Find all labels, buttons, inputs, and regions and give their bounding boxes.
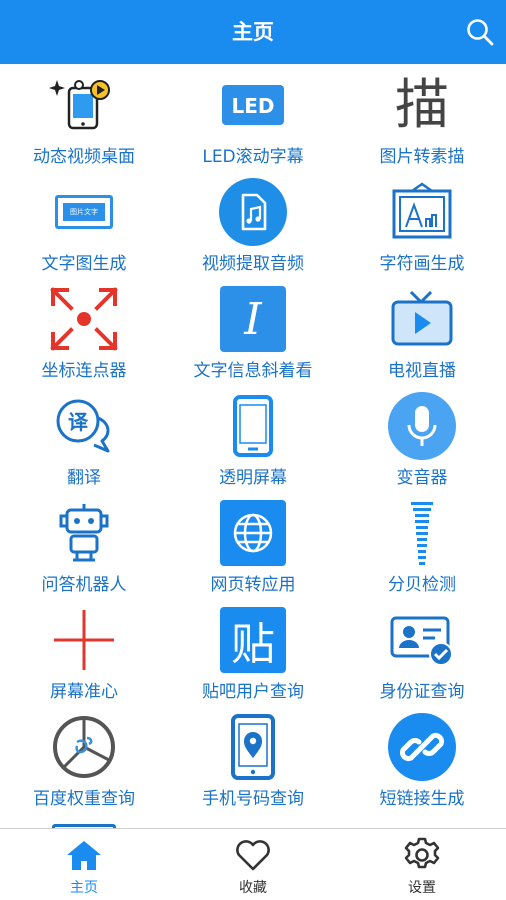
tile-label: 屏幕准心 xyxy=(50,682,118,702)
home-icon xyxy=(64,837,104,873)
tile-label: 字符画生成 xyxy=(379,254,465,274)
tile-label: 视频提取音频 xyxy=(202,254,304,274)
phone-location-icon xyxy=(216,712,290,782)
nav-home[interactable]: 主页 xyxy=(0,829,168,900)
robot-icon xyxy=(47,498,121,568)
pie-weight-icon xyxy=(47,712,121,782)
tile-qa-robot[interactable]: 问答机器人 xyxy=(0,492,168,599)
tile-partial-1[interactable] xyxy=(0,813,168,828)
expand-arrows-icon xyxy=(47,284,121,354)
sketch-glyph: 描 xyxy=(395,73,449,136)
translate-bubble-icon: 译 xyxy=(47,391,121,461)
tile-label: 翻译 xyxy=(67,468,101,488)
tile-crosshair[interactable]: 屏幕准心 xyxy=(0,599,168,706)
tile-label: 问答机器人 xyxy=(41,575,127,595)
gray-partial-icon xyxy=(385,819,459,828)
feature-grid: 动态视频桌面 LED LED滚动字幕 描 图片转素描 图片文字 文字图生成 视频… xyxy=(0,64,506,828)
italic-glyph: I xyxy=(244,293,262,345)
painting-frame-icon xyxy=(385,177,459,247)
led-icon: LED xyxy=(216,70,290,140)
globe-icon xyxy=(216,498,290,568)
tile-label: 电视直播 xyxy=(388,361,456,381)
tile-label: 动态视频桌面 xyxy=(33,147,135,167)
nav-label: 设置 xyxy=(408,880,436,896)
svg-text:LED: LED xyxy=(231,94,274,118)
tile-partial-3[interactable] xyxy=(338,813,506,828)
tile-phone-number[interactable]: 手机号码查询 xyxy=(169,706,337,813)
live-wallpaper-icon xyxy=(47,70,121,140)
phone-icon xyxy=(216,391,290,461)
tile-text-image[interactable]: 图片文字 文字图生成 xyxy=(0,171,168,278)
heart-icon xyxy=(233,837,273,873)
tile-video-audio[interactable]: 视频提取音频 xyxy=(169,171,337,278)
sketch-glyph-icon: 描 xyxy=(385,70,459,140)
tile-tv-live[interactable]: 电视直播 xyxy=(338,278,506,385)
link-icon xyxy=(385,712,459,782)
tile-translate[interactable]: 译 翻译 xyxy=(0,385,168,492)
page-title: 主页 xyxy=(232,20,274,44)
tile-short-link[interactable]: 短链接生成 xyxy=(338,706,506,813)
text-image-glyph: 图片文字 xyxy=(70,208,98,216)
tile-label: 网页转应用 xyxy=(210,575,296,595)
tile-label: 贴吧用户查询 xyxy=(202,682,304,702)
nav-label: 主页 xyxy=(70,880,98,896)
tile-web-to-app[interactable]: 网页转应用 xyxy=(169,492,337,599)
tile-voice-changer[interactable]: 变音器 xyxy=(338,385,506,492)
tile-baidu-weight[interactable]: 百度权重查询 xyxy=(0,706,168,813)
audio-file-icon xyxy=(216,177,290,247)
tile-label: 透明屏幕 xyxy=(219,468,287,488)
tile-label: 身份证查询 xyxy=(379,682,465,702)
tile-decibel[interactable]: 分贝检测 xyxy=(338,492,506,599)
nav-favorites[interactable]: 收藏 xyxy=(169,829,337,900)
gear-icon xyxy=(402,837,442,873)
tile-label: 文字图生成 xyxy=(41,254,127,274)
search-icon[interactable] xyxy=(462,14,498,50)
tile-label: 文字信息斜着看 xyxy=(193,361,313,381)
tile-label: 手机号码查询 xyxy=(202,789,304,809)
tile-tieba-user[interactable]: 贴 贴吧用户查询 xyxy=(169,599,337,706)
tile-led-scroll[interactable]: LED LED滚动字幕 xyxy=(169,64,337,171)
tile-image-sketch[interactable]: 描 图片转素描 xyxy=(338,64,506,171)
tile-label: 短链接生成 xyxy=(379,789,465,809)
tile-label: LED滚动字幕 xyxy=(202,147,304,167)
id-card-icon xyxy=(385,605,459,675)
microphone-icon xyxy=(385,391,459,461)
bottom-navigation: 主页 收藏 设置 xyxy=(0,828,506,900)
tieba-glyph: 贴 xyxy=(231,619,275,670)
tile-id-card[interactable]: 身份证查询 xyxy=(338,599,506,706)
tile-label: 变音器 xyxy=(396,468,448,488)
nav-label: 收藏 xyxy=(239,880,267,896)
nav-settings[interactable]: 设置 xyxy=(338,829,506,900)
tile-partial-2[interactable] xyxy=(169,813,337,828)
tile-label: 分贝检测 xyxy=(388,575,456,595)
tile-italic-text[interactable]: I 文字信息斜着看 xyxy=(169,278,337,385)
red-circle-partial-icon xyxy=(216,819,290,828)
tile-label: 坐标连点器 xyxy=(41,361,127,381)
italic-icon: I xyxy=(216,284,290,354)
app-header: 主页 xyxy=(0,0,506,64)
tile-live-wallpaper[interactable]: 动态视频桌面 xyxy=(0,64,168,171)
tile-auto-clicker[interactable]: 坐标连点器 xyxy=(0,278,168,385)
grid-partial-icon xyxy=(47,819,121,828)
tile-label: 图片转素描 xyxy=(379,147,465,167)
crosshair-icon xyxy=(47,605,121,675)
tile-ascii-art[interactable]: 字符画生成 xyxy=(338,171,506,278)
decibel-bars-icon xyxy=(385,498,459,568)
text-image-icon: 图片文字 xyxy=(47,177,121,247)
translate-glyph: 译 xyxy=(68,410,89,434)
tile-label: 百度权重查询 xyxy=(33,789,135,809)
tieba-glyph-icon: 贴 xyxy=(216,605,290,675)
tv-icon xyxy=(385,284,459,354)
tile-transparent-screen[interactable]: 透明屏幕 xyxy=(169,385,337,492)
